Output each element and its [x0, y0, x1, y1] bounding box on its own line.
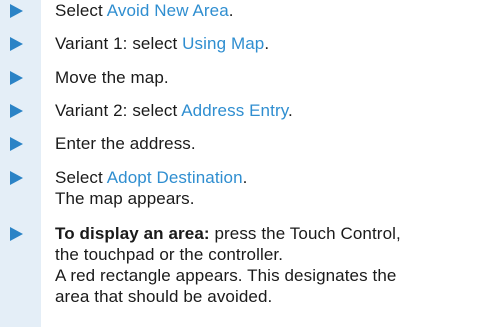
triangle-right-icon — [10, 37, 23, 51]
step-prefix: Select — [55, 168, 107, 187]
step-line: Select Adopt Destination. — [55, 167, 247, 188]
instruction-page: Select Avoid New Area. Variant 1: select… — [0, 0, 481, 327]
step-prefix: Select — [55, 1, 107, 20]
step-text: Move the map. — [55, 68, 169, 87]
step-text: Select Avoid New Area. — [55, 0, 234, 21]
step-heading: To display an area: — [55, 224, 210, 243]
menu-item-link: Using Map — [182, 34, 265, 53]
step-suffix: . — [264, 34, 270, 53]
triangle-right-icon — [10, 227, 23, 241]
triangle-right-icon — [10, 4, 23, 18]
triangle-right-icon — [10, 137, 23, 151]
step-line: To display an area: press the Touch Cont… — [55, 223, 401, 244]
step-text: Variant 2: select Address Entry. — [55, 100, 293, 121]
menu-item-link: Address Entry — [181, 101, 289, 120]
step-rest: press the Touch Control, — [209, 224, 401, 243]
step-text: Variant 1: select Using Map. — [55, 33, 269, 54]
menu-item-link: Avoid New Area — [106, 1, 229, 20]
step-suffix: . — [242, 168, 248, 187]
step-text: Enter the address. — [55, 134, 196, 153]
step-prefix: Variant 1: select — [55, 34, 183, 53]
step-suffix: . — [288, 101, 293, 120]
triangle-right-icon — [10, 171, 23, 185]
triangle-right-icon — [10, 104, 23, 118]
step-line: A red rectangle appears. This designates… — [55, 266, 397, 285]
step-line: area that should be avoided. — [55, 287, 273, 306]
step-text: Select Adopt Destination. The map appear… — [55, 167, 247, 209]
step-text: To display an area: press the Touch Cont… — [55, 223, 401, 307]
step-line: the touchpad or the controller. — [55, 245, 284, 264]
step-prefix: Variant 2: select — [55, 101, 182, 120]
step-suffix: . — [228, 1, 234, 20]
menu-item-link: Adopt Destination — [106, 168, 243, 187]
step-result: The map appears. — [55, 189, 195, 208]
triangle-right-icon — [10, 71, 23, 85]
